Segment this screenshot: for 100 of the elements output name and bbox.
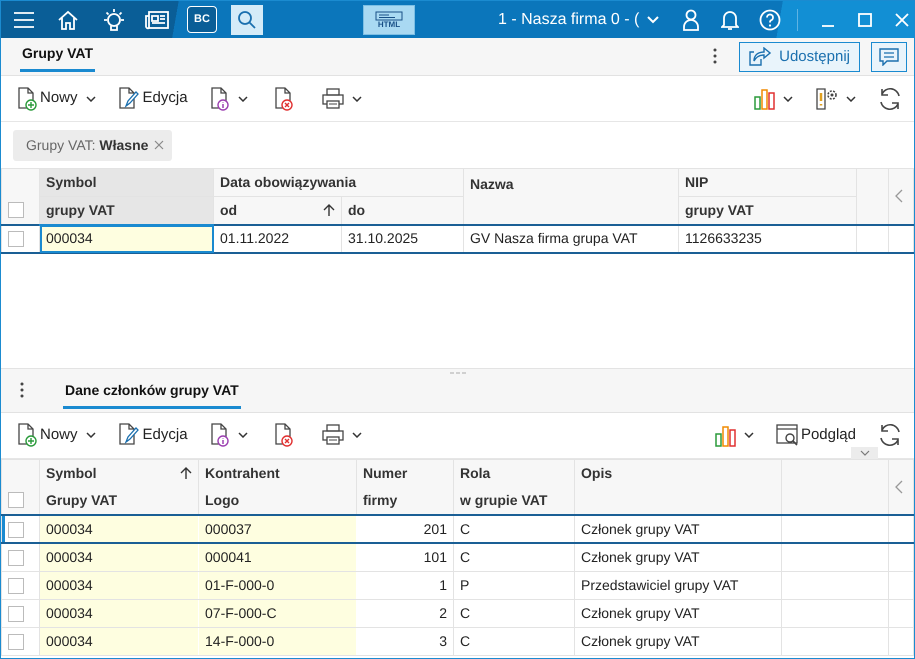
- table-cell: Członek grupy VAT: [574, 543, 782, 571]
- table-cell: 000041: [198, 543, 356, 571]
- table-cell: 201: [356, 515, 454, 543]
- column-header[interactable]: Rola: [460, 462, 490, 484]
- column-header[interactable]: od: [220, 200, 238, 221]
- tab[interactable]: Dane członków grupy VAT: [63, 380, 241, 408]
- new-document-icon: [17, 86, 37, 110]
- chevron-down-icon[interactable]: [744, 432, 754, 438]
- table-cell: 01-F-000-0: [198, 571, 356, 599]
- table-row[interactable]: 000034 07-F-000-C 2 C Członek grupy VAT: [2, 599, 914, 627]
- share-button[interactable]: Udostępnij: [739, 42, 860, 72]
- chevron-left-icon[interactable]: [895, 189, 903, 204]
- table-row[interactable]: 000034 01-F-000-0 1 P Przedstawiciel grupy VAT: [2, 571, 914, 599]
- chevron-down-icon[interactable]: [352, 96, 362, 102]
- table-cell: Członek grupy VAT: [574, 627, 782, 655]
- filter-chip[interactable]: Grupy VAT: Własne: [13, 130, 172, 160]
- table-cell: 000034: [40, 543, 198, 571]
- table-cell: 1: [356, 571, 454, 599]
- chevron-down-icon[interactable]: [86, 96, 96, 102]
- comment-icon: [879, 48, 899, 66]
- table-cell: GV Nasza firma grupa VAT: [464, 224, 678, 252]
- company-dropdown[interactable]: 1 - Nasza firma 0 - (: [498, 8, 660, 32]
- chevron-down-icon[interactable]: [783, 96, 793, 102]
- table-cell: C: [454, 543, 574, 571]
- help-icon[interactable]: [759, 8, 782, 30]
- table-cell: C: [454, 599, 574, 627]
- search-icon: [237, 10, 257, 30]
- bc-button[interactable]: BC: [187, 6, 217, 33]
- edit-document-icon: [118, 423, 140, 447]
- delete-document-icon: [274, 86, 294, 110]
- checkbox[interactable]: [8, 606, 24, 622]
- sort-up-icon[interactable]: [180, 466, 192, 480]
- table-cell: 000034: [40, 571, 198, 599]
- new-button[interactable]: Nowy: [13, 86, 82, 110]
- info-document-icon: [210, 423, 230, 447]
- kebab-menu-icon[interactable]: [20, 382, 24, 398]
- preview-button[interactable]: Podgląd: [772, 424, 860, 446]
- expand-toggle[interactable]: [851, 446, 878, 458]
- table-cell: 101: [356, 543, 454, 571]
- lightbulb-icon[interactable]: [101, 6, 127, 32]
- chevron-down-icon[interactable]: [238, 96, 248, 102]
- table-cell: 000037: [198, 515, 356, 543]
- chevron-down-icon: [860, 450, 870, 456]
- bell-icon[interactable]: [721, 8, 740, 30]
- table-cell: 1126633235: [678, 224, 856, 252]
- table-cell: P: [454, 571, 574, 599]
- table-cell: 3: [356, 627, 454, 655]
- table-cell: 000034: [40, 599, 198, 627]
- edit-document-icon: [118, 86, 140, 110]
- table-cell: 000034: [40, 224, 214, 252]
- checkbox[interactable]: [8, 578, 24, 594]
- comment-button[interactable]: [871, 42, 907, 72]
- kebab-menu-icon[interactable]: [713, 48, 718, 64]
- chevron-down-icon[interactable]: [846, 96, 856, 102]
- search-button[interactable]: [231, 4, 263, 34]
- table-cell: Członek grupy VAT: [574, 515, 782, 543]
- table-row[interactable]: 000034 14-F-000-0 3 C Członek grupy VAT: [2, 627, 914, 655]
- checkbox[interactable]: [8, 231, 24, 248]
- checkbox[interactable]: [8, 522, 24, 538]
- html-button[interactable]: HTML: [363, 4, 415, 34]
- table-cell: C: [454, 515, 574, 543]
- table-cell: Członek grupy VAT: [574, 599, 782, 627]
- checkbox[interactable]: [8, 492, 24, 508]
- chevron-down-icon[interactable]: [352, 432, 362, 438]
- user-icon[interactable]: [683, 8, 700, 30]
- close-icon[interactable]: [154, 140, 164, 150]
- table-row[interactable]: 000034 01.11.2022 31.10.2025 GV Nasza firma grupa VAT 1126633235: [2, 224, 914, 252]
- table-cell: Przedstawiciel grupy VAT: [574, 571, 782, 599]
- new-document-icon: [17, 423, 37, 447]
- table-row[interactable]: 000034 000041 101 C Członek grupy VAT: [2, 543, 914, 571]
- column-header[interactable]: do: [348, 200, 366, 221]
- home-icon[interactable]: [57, 8, 79, 30]
- table-row[interactable]: 000034 000037 201 C Członek grupy VAT: [2, 515, 914, 543]
- chevron-down-icon[interactable]: [86, 432, 96, 438]
- document-gear-icon: [815, 87, 838, 110]
- bar-chart-icon: [714, 424, 736, 446]
- table-cell: 31.10.2025: [342, 224, 464, 252]
- edit-button[interactable]: Edycja: [114, 423, 192, 447]
- column-header[interactable]: Opis: [581, 462, 612, 484]
- menu-icon[interactable]: [13, 10, 35, 28]
- tab[interactable]: Grupy VAT: [20, 43, 96, 72]
- chevron-down-icon[interactable]: [238, 432, 248, 438]
- chevron-down-icon: [647, 16, 660, 24]
- new-button[interactable]: Nowy: [13, 423, 82, 447]
- maximize-icon[interactable]: [858, 12, 872, 26]
- chevron-left-icon[interactable]: [895, 480, 903, 494]
- checkbox[interactable]: [8, 550, 24, 566]
- checkbox[interactable]: [8, 202, 24, 218]
- table-cell: C: [454, 627, 574, 655]
- bar-chart-icon: [754, 87, 775, 110]
- column-header[interactable]: Logo: [205, 492, 240, 508]
- newspaper-icon[interactable]: [145, 10, 169, 30]
- column-header[interactable]: NIP: [685, 172, 708, 193]
- table-cell: 000034: [40, 627, 198, 655]
- checkbox[interactable]: [8, 634, 24, 650]
- column-header[interactable]: Nazwa: [470, 174, 514, 195]
- refresh-icon: [878, 86, 902, 110]
- table-cell: 000034: [40, 515, 198, 543]
- edit-button[interactable]: Edycja: [114, 86, 192, 110]
- sort-up-icon[interactable]: [323, 203, 335, 218]
